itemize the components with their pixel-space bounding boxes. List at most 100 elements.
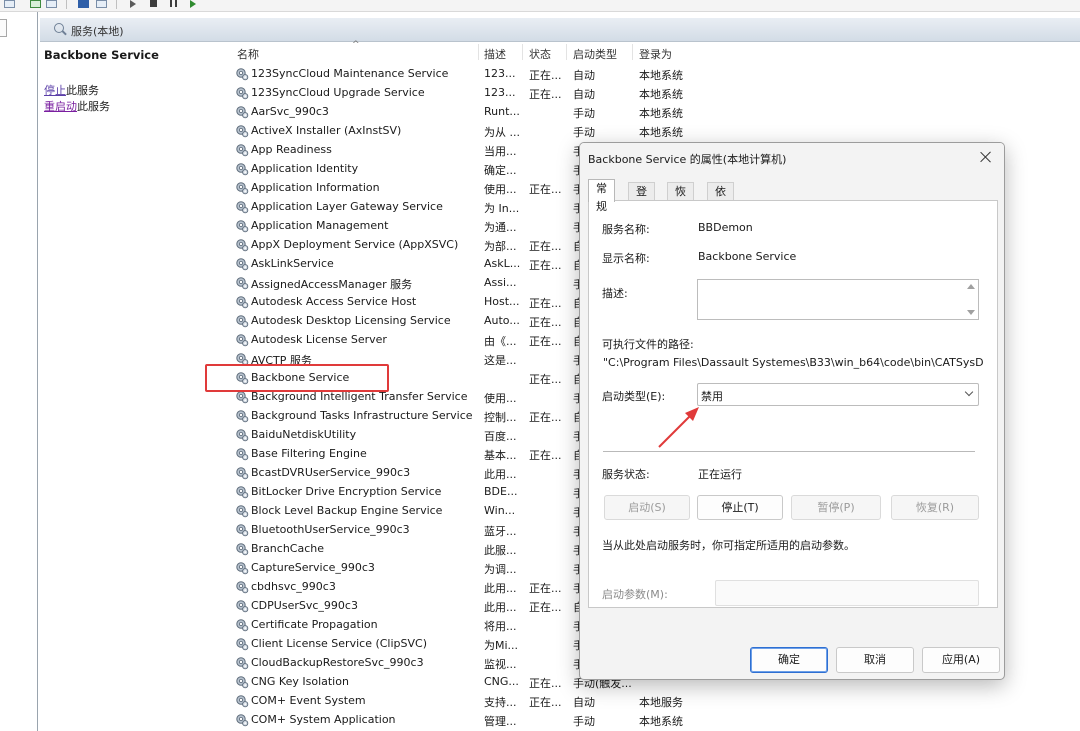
service-status-value: 正在运行 [698,468,742,481]
service-name-value: BBDemon [698,221,753,234]
apply-button[interactable]: 应用(A) [922,647,1000,673]
column-header-name[interactable]: 名称 [237,46,259,66]
service-row[interactable]: COM+ System Application 管理... 手动 本地系统 [233,711,713,730]
service-row[interactable]: AarSvc_990c3 Runt... 手动 本地系统 [233,103,713,122]
service-status: 正在... [529,240,562,253]
service-row[interactable]: 123SyncCloud Upgrade Service 123... 正在... 自… [233,84,713,103]
service-row[interactable]: ActiveX Installer (AxInstSV) 为从 ... 手动 本地系统 [233,122,713,141]
service-startup-type: 手动 [573,126,595,139]
dialog-titlebar[interactable]: Backbone Service 的属性(本地计算机) [580,143,1004,173]
tab-logon[interactable]: 登录 [628,182,655,216]
exe-path-value: "C:\Program Files\Dassault Systemes\B33\… [603,356,983,369]
refresh-icon[interactable] [30,0,41,8]
column-divider[interactable] [522,44,523,60]
description-field[interactable] [697,279,979,320]
gear-icon [235,694,249,708]
tree-item-services[interactable] [0,19,7,37]
service-name: 123SyncCloud Upgrade Service [251,86,425,99]
scroll-down-icon[interactable] [967,310,975,315]
gear-icon [235,485,249,499]
service-name: AarSvc_990c3 [251,105,329,118]
service-description: 为Mi... [484,639,519,652]
service-name: AssignedAccessManager 服务 [251,278,413,291]
service-description: Runt... [484,105,520,118]
service-name: CDPUserSvc_990c3 [251,599,358,612]
gear-icon [235,143,249,157]
gear-icon [235,523,249,537]
gear-icon [235,428,249,442]
highlight-box [205,364,389,392]
service-startup-type: 自动 [573,88,595,101]
restart-service-link[interactable]: 重启动 [44,100,77,113]
gear-icon [235,162,249,176]
service-description-panel: Backbone Service 停止此服务 重启动此服务 [40,43,225,731]
gear-icon [235,276,249,290]
scroll-up-icon[interactable] [967,284,975,289]
column-header-startup-type[interactable]: 启动类型 [573,46,617,66]
stop-service-suffix: 此服务 [66,84,99,97]
column-divider[interactable] [632,44,633,60]
close-icon[interactable] [977,148,995,166]
stop-service-link[interactable]: 停止 [44,84,66,97]
help-icon[interactable] [78,0,89,8]
service-description: Auto... [484,314,520,327]
services-header: 服务(本地) [40,18,1080,42]
startup-params-input[interactable] [715,580,979,606]
startup-type-select[interactable]: 禁用 [697,383,979,406]
column-header-logon-as[interactable]: 登录为 [639,46,672,66]
cancel-button[interactable]: 取消 [836,647,914,673]
service-name: Base Filtering Engine [251,447,367,460]
restart-service-icon[interactable] [190,0,196,8]
view-icon[interactable] [96,0,107,8]
start-button[interactable]: 启动(S) [604,495,690,520]
column-header-description[interactable]: 描述 [484,46,506,66]
pause-service-icon[interactable] [170,0,177,7]
service-description: 此用... [484,582,517,595]
service-status: 正在... [529,259,562,272]
service-description: 基本... [484,449,517,462]
service-status: 正在... [529,411,562,424]
service-startup-type: 自动 [573,696,595,709]
service-name: BranchCache [251,542,325,555]
gear-icon [235,200,249,214]
ok-button[interactable]: 确定 [750,647,828,673]
stop-button[interactable]: 停止(T) [697,495,783,520]
service-description: 管理... [484,715,517,728]
column-header-status[interactable]: 状态 [529,46,551,66]
chevron-down-icon [964,387,974,397]
tab-recovery[interactable]: 恢复 [667,182,694,216]
service-name-label: 服务名称: [602,223,650,236]
stop-service-icon[interactable] [150,0,157,7]
start-service-icon[interactable] [130,0,136,8]
column-divider[interactable] [566,44,567,60]
service-description: Win... [484,504,516,517]
service-row[interactable]: 123SyncCloud Maintenance Service 123... 正在… [233,65,713,84]
gear-icon [235,447,249,461]
service-startup-type: 手动 [573,715,595,728]
console-tree [0,12,38,731]
service-description: 蓝牙... [484,525,517,538]
properties-icon[interactable] [4,0,15,8]
gear-icon [235,333,249,347]
export-icon[interactable] [46,0,57,8]
section-divider [603,451,975,452]
exe-path-label: 可执行文件的路径: [602,338,694,351]
toolbar [0,0,1080,12]
service-description: 为通... [484,221,517,234]
service-status: 正在... [529,601,562,614]
toolbar-separator [116,0,117,9]
service-status: 正在... [529,582,562,595]
pause-button[interactable]: 暂停(P) [791,495,881,520]
tab-dependencies[interactable]: 依存关系 [707,182,734,252]
description-scrollbar[interactable] [964,280,978,319]
service-row[interactable]: COM+ Event System 支持... 正在... 自动 本地服务 [233,692,713,711]
column-divider[interactable] [478,44,479,60]
startup-type-label: 启动类型(E): [602,390,666,403]
service-description: 这是... [484,354,517,367]
service-startup-type: 手动 [573,107,595,120]
service-name: AskLinkService [251,257,334,270]
resume-button[interactable]: 恢复(R) [891,495,979,520]
tab-general[interactable]: 常规 [588,179,615,213]
service-name: Certificate Propagation [251,618,378,631]
service-name: Autodesk Desktop Licensing Service [251,314,451,327]
